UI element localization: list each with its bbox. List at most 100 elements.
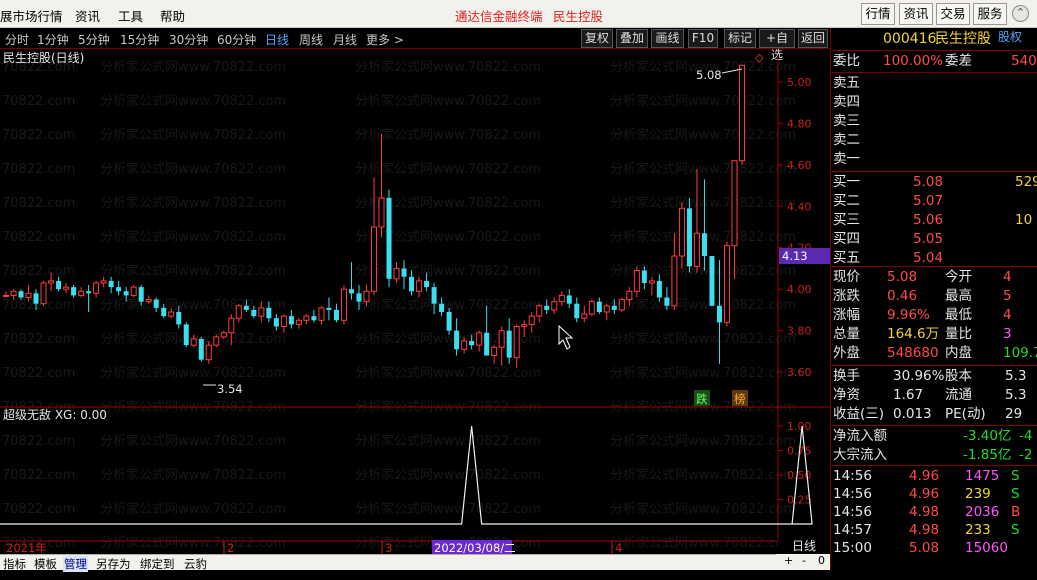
period-more[interactable]: 更多 >	[366, 31, 404, 48]
trade-button[interactable]: 交易	[936, 3, 970, 25]
draw-line-button[interactable]: 画线	[651, 29, 684, 48]
bid-label: 买二	[833, 193, 860, 209]
menu-help[interactable]: 帮助	[160, 6, 185, 25]
watermark-text: 70822.com	[2, 94, 75, 109]
add-watchlist-button[interactable]: +自选	[759, 29, 795, 62]
candle-body-down	[641, 270, 647, 283]
watermark-text: 分析家公式网www.70822.com	[100, 59, 286, 75]
info-button[interactable]: 资讯	[899, 3, 933, 25]
zoom-reset-button[interactable]: 0	[818, 554, 825, 567]
watermark-text: 分析家公式网www.70822.com	[100, 297, 286, 313]
equity-badge[interactable]: 股权	[998, 28, 1022, 47]
period-15min[interactable]: 15分钟	[120, 31, 159, 48]
candle-body-up	[513, 326, 520, 359]
candle-body-up	[371, 226, 377, 292]
period-1min[interactable]: 1分钟	[37, 31, 69, 48]
tab-indicator[interactable]: 指标	[3, 556, 26, 572]
f10-button[interactable]: F10	[688, 29, 718, 48]
period-60min[interactable]: 60分钟	[217, 31, 256, 48]
overlay-button[interactable]: 叠加	[616, 29, 648, 48]
bid-row: 买四 5.05	[831, 230, 1037, 249]
candle-body-down	[611, 305, 617, 310]
service-button[interactable]: 服务	[973, 3, 1007, 25]
tab-manage[interactable]: 管理	[63, 556, 88, 572]
period-monthly[interactable]: 月线	[333, 31, 357, 48]
candle-body-up	[498, 330, 505, 348]
low-label: 3.54	[217, 382, 243, 396]
menu-tools[interactable]: 工具	[118, 6, 143, 25]
period-5min[interactable]: 5分钟	[78, 31, 110, 48]
watermark-text: 分析家公式网www.70822.com	[610, 161, 796, 177]
candle-body-down	[161, 307, 167, 317]
candle-body-up	[461, 340, 468, 350]
watermark-text: 分析家公式网www.70822.com	[355, 433, 541, 449]
watermark-text: 分析家公式网www.70822.com	[355, 365, 541, 381]
chart-title: 民生控股(日线)	[3, 51, 84, 65]
watermark-text: 70822.com	[2, 502, 75, 517]
candle-body-up	[739, 64, 745, 162]
candle-body-up	[10, 290, 17, 296]
ask-row: 卖二	[831, 131, 1037, 150]
collapse-icon[interactable]: ⌃	[1012, 5, 1029, 22]
tab-cloud[interactable]: 云豹	[184, 556, 207, 572]
candle-body-down	[469, 341, 475, 346]
candle-body-up	[588, 301, 595, 315]
candle-body-down	[484, 332, 490, 356]
flow-row: 净流入额 -3.40亿 -4	[831, 427, 1037, 446]
menu-news[interactable]: 资讯	[75, 6, 100, 25]
period-daily[interactable]: 日线	[265, 31, 289, 48]
weibi-value: 100.00%	[883, 53, 944, 69]
candle-body-up	[63, 286, 70, 290]
stock-code: 000416	[883, 31, 937, 47]
mark-button[interactable]: 标记	[724, 29, 756, 48]
tick-side: B	[1011, 504, 1021, 520]
tick-side: S	[1011, 522, 1020, 538]
high-label: 5.08	[696, 68, 722, 82]
bid-row: 买一 5.08 529	[831, 173, 1037, 192]
watermark-text: 70822.com	[2, 298, 75, 313]
zoom-controls: + - 0	[776, 554, 830, 570]
adjust-button[interactable]: 复权	[581, 29, 613, 48]
tick-volume: 1475	[965, 468, 1000, 484]
candle-body-down	[138, 287, 144, 302]
stat-label: 外盘	[833, 345, 860, 361]
period-30min[interactable]: 30分钟	[169, 31, 208, 48]
back-button[interactable]: 返回	[798, 29, 828, 48]
candle-body-down	[356, 293, 362, 302]
kline-chart[interactable]: 70822.com 分析家公式网www.70822.com 分析家公式网www.70…	[0, 49, 830, 554]
stat-row: 外盘 548680 内盘 109.7	[831, 344, 1037, 363]
period-intraday[interactable]: 分时	[5, 31, 29, 48]
watermark-text: 分析家公式网www.70822.com	[100, 263, 286, 279]
candle-body-up	[280, 315, 287, 328]
y-tick-label: 4.00	[787, 283, 812, 296]
tab-template[interactable]: 模板	[34, 556, 57, 572]
stat-value: 548680	[887, 345, 939, 361]
tab-save-as[interactable]: 另存为	[96, 556, 131, 572]
y-tick-label: 4.80	[787, 117, 812, 130]
candle-body-up	[678, 207, 685, 257]
quote-button[interactable]: 行情	[861, 3, 895, 25]
ask-label: 卖二	[833, 132, 860, 148]
zoom-out-button[interactable]: -	[802, 554, 806, 567]
watermark-text: 分析家公式网www.70822.com	[100, 535, 286, 551]
stat-label: 今开	[945, 269, 972, 285]
candle-body-up	[100, 280, 107, 284]
x-label-year: 2021年	[6, 541, 47, 554]
stat-value: 5.08	[887, 269, 918, 285]
candle-body-up	[48, 280, 55, 284]
menu-market[interactable]: 展市场行情	[0, 6, 63, 25]
flow-value: -2	[1019, 447, 1033, 463]
fund-label: 净资	[833, 387, 860, 403]
brand-stock: 民生控股	[553, 9, 604, 24]
candle-body-up	[190, 338, 197, 346]
tab-bind-to[interactable]: 绑定到	[140, 556, 175, 572]
period-weekly[interactable]: 周线	[299, 31, 323, 48]
candle-body-up	[25, 292, 32, 298]
stat-label: 涨跌	[833, 288, 860, 304]
x-label-feb: 2	[227, 541, 234, 554]
tick-row: 14:56 4.96 239 S	[831, 485, 1037, 504]
watermark-text: 分析家公式网www.70822.com	[100, 467, 286, 483]
tick-row: 14:56 4.98 2036 B	[831, 503, 1037, 522]
ask-row: 卖三	[831, 112, 1037, 131]
zoom-in-button[interactable]: +	[784, 554, 793, 567]
